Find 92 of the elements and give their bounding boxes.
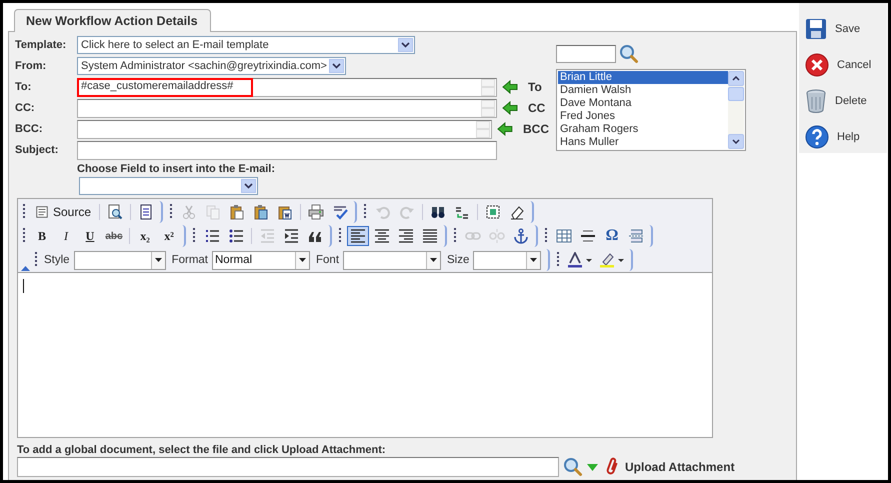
template-select[interactable]: Click here to select an E-mail template: [77, 36, 415, 54]
help-icon[interactable]: [805, 124, 829, 148]
left-arrow-icon[interactable]: [502, 101, 518, 115]
caret-icon: [154, 258, 162, 262]
text-color-icon[interactable]: [567, 252, 594, 268]
tab[interactable]: New Workflow Action Details: [14, 9, 211, 32]
subject-field[interactable]: [77, 140, 497, 160]
cancel-icon[interactable]: [805, 52, 829, 76]
combo-label: Font: [316, 254, 340, 266]
delete-button[interactable]: Delete: [835, 94, 867, 106]
contact-item[interactable]: Dave Montana: [558, 97, 728, 110]
field-select[interactable]: [79, 177, 258, 195]
attachment-label: To add a global document, select the file and click Upload Attachment:: [17, 444, 387, 456]
underline-button[interactable]: U: [79, 226, 101, 246]
left-arrow-icon[interactable]: [497, 122, 513, 136]
address-field[interactable]: [77, 120, 492, 138]
page-icon[interactable]: [138, 204, 154, 220]
strike-button[interactable]: abc: [103, 226, 125, 246]
numbered-list-icon[interactable]: [204, 228, 220, 244]
cancel-button[interactable]: Cancel: [837, 58, 872, 70]
field-label: Choose Field to insert into the E-mail:: [77, 163, 276, 175]
caret-icon: [244, 183, 253, 189]
save-button[interactable]: Save: [835, 22, 860, 34]
caret-icon: [299, 258, 306, 262]
contact-item[interactable]: Fred Jones: [558, 110, 728, 123]
target-label: CC: [528, 101, 546, 115]
scroll-thumb[interactable]: [728, 87, 744, 101]
help-button[interactable]: Help: [837, 130, 860, 142]
preview-icon[interactable]: [107, 204, 124, 220]
paste-text-icon[interactable]: [253, 204, 270, 220]
search-icon[interactable]: [563, 457, 583, 477]
combo-label: Format: [172, 254, 208, 266]
search-icon[interactable]: [619, 44, 639, 64]
caret-icon: [430, 258, 438, 262]
contact-item[interactable]: Damien Walsh: [558, 84, 728, 97]
page-break-icon[interactable]: [628, 228, 644, 244]
source-button[interactable]: Source: [31, 202, 96, 222]
trash-icon[interactable]: [805, 88, 827, 112]
bold-button[interactable]: B: [31, 226, 53, 246]
paste-icon[interactable]: [229, 204, 246, 220]
combo-label: Style: [44, 254, 70, 266]
caret-icon: [401, 42, 410, 48]
field-label: To:: [15, 81, 32, 93]
contact-item[interactable]: Brian Little: [558, 71, 728, 84]
scroll-up-icon[interactable]: [732, 76, 740, 81]
contact-item[interactable]: Graham Rogers: [558, 123, 728, 136]
caret-icon: [530, 258, 538, 262]
target-label: BCC: [523, 122, 549, 136]
field-label: Template:: [15, 39, 68, 51]
align-left-button[interactable]: [347, 226, 369, 246]
field-label: BCC:: [15, 123, 44, 135]
highlight-icon[interactable]: [599, 252, 626, 268]
text-cursor: [23, 279, 24, 293]
caret-icon: [332, 63, 341, 69]
paperclip-icon: [606, 457, 620, 477]
combo-select[interactable]: [473, 250, 542, 270]
address-field[interactable]: #case_customeremailaddress#: [77, 78, 497, 96]
combo-label: Size: [447, 254, 470, 266]
field-label: CC:: [15, 102, 36, 114]
table-icon[interactable]: [556, 228, 572, 244]
spellcheck-icon[interactable]: [332, 204, 348, 220]
contact-item[interactable]: Hans Muller: [558, 136, 728, 149]
file-field[interactable]: [17, 457, 559, 477]
field-label: From:: [15, 60, 48, 72]
eraser-icon[interactable]: [509, 204, 526, 220]
special-character-button[interactable]: Ω: [601, 226, 623, 246]
paste-word-icon[interactable]: [277, 204, 294, 220]
indent-icon[interactable]: [283, 228, 299, 244]
left-arrow-icon[interactable]: [502, 80, 518, 94]
from-select[interactable]: System Administrator <sachin@greytrixindia.com>: [77, 57, 346, 75]
target-label: To: [528, 80, 542, 94]
scrollbar[interactable]: [728, 71, 744, 149]
bullet-list-icon[interactable]: [228, 228, 244, 244]
combo-select[interactable]: [343, 250, 442, 270]
upload-attachment-button[interactable]: Upload Attachment: [620, 460, 735, 474]
printer-icon[interactable]: [308, 204, 324, 220]
select-all-icon[interactable]: [485, 204, 502, 220]
combo-select[interactable]: Normal: [212, 250, 310, 270]
italic-button[interactable]: I: [55, 226, 77, 246]
address-field[interactable]: [77, 98, 497, 118]
subscript-button[interactable]: x₂: [134, 226, 156, 246]
binoculars-icon[interactable]: [430, 204, 446, 220]
contact-search-field[interactable]: [556, 45, 616, 63]
save-icon[interactable]: [805, 18, 827, 40]
superscript-button[interactable]: x²: [158, 226, 180, 246]
rule-icon[interactable]: [580, 228, 596, 244]
anchor-icon[interactable]: [513, 228, 529, 244]
contact-list[interactable]: Brian Little Damien Walsh Dave Montana Fred Jones Graham Rogers Hans Muller: [556, 69, 746, 151]
field-label: Subject:: [15, 144, 60, 156]
combo-select[interactable]: [74, 250, 166, 270]
source-icon: [35, 205, 49, 219]
scroll-down-icon[interactable]: [732, 139, 740, 144]
